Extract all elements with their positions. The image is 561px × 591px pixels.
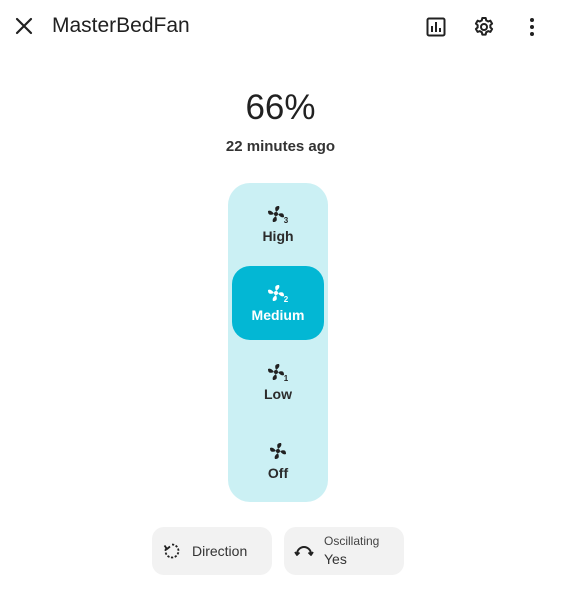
speed-option-medium[interactable]: 2 Medium <box>232 266 324 340</box>
speed-option-off[interactable]: Off <box>232 424 324 498</box>
svg-text:1: 1 <box>284 374 289 382</box>
oscillating-value: Yes <box>324 551 347 567</box>
dialog-title: MasterBedFan <box>52 14 190 37</box>
more-options-button[interactable] <box>512 7 552 47</box>
gear-icon <box>474 17 494 36</box>
fan-off-icon <box>270 443 286 459</box>
fan-speed-3-icon: 3 <box>268 206 289 224</box>
oscillating-label: Oscillating <box>324 534 380 548</box>
speed-option-low[interactable]: 1 Low <box>232 345 324 419</box>
speed-label-off: Off <box>267 465 289 481</box>
svg-text:2: 2 <box>284 295 289 303</box>
speed-label-low: Low <box>264 386 292 402</box>
close-icon <box>15 17 33 35</box>
last-changed-time: 22 minutes ago <box>225 138 336 155</box>
close-button[interactable] <box>4 6 44 46</box>
fan-speed-1-icon: 1 <box>268 364 289 382</box>
more-vertical-icon <box>530 18 534 36</box>
speed-label-high: High <box>262 228 294 244</box>
speed-option-high[interactable]: 3 High <box>232 187 324 261</box>
history-button[interactable] <box>416 7 456 47</box>
settings-button[interactable] <box>464 7 504 47</box>
fan-speed-2-icon: 2 <box>268 285 289 303</box>
svg-text:3: 3 <box>284 216 289 224</box>
history-chart-icon <box>426 17 446 37</box>
rotate-direction-icon <box>163 543 180 559</box>
oscillate-icon <box>294 546 314 556</box>
speed-label-medium: Medium <box>251 307 305 323</box>
direction-label: Direction <box>192 543 248 559</box>
fan-percentage: 66% <box>245 88 316 127</box>
fan-speed-selector: 3 High 2 Medium 1 Low Off <box>228 183 328 502</box>
dialog-header: MasterBedFan <box>0 0 561 54</box>
direction-button[interactable]: Direction <box>152 527 272 575</box>
oscillating-button[interactable]: Oscillating Yes <box>284 527 404 575</box>
